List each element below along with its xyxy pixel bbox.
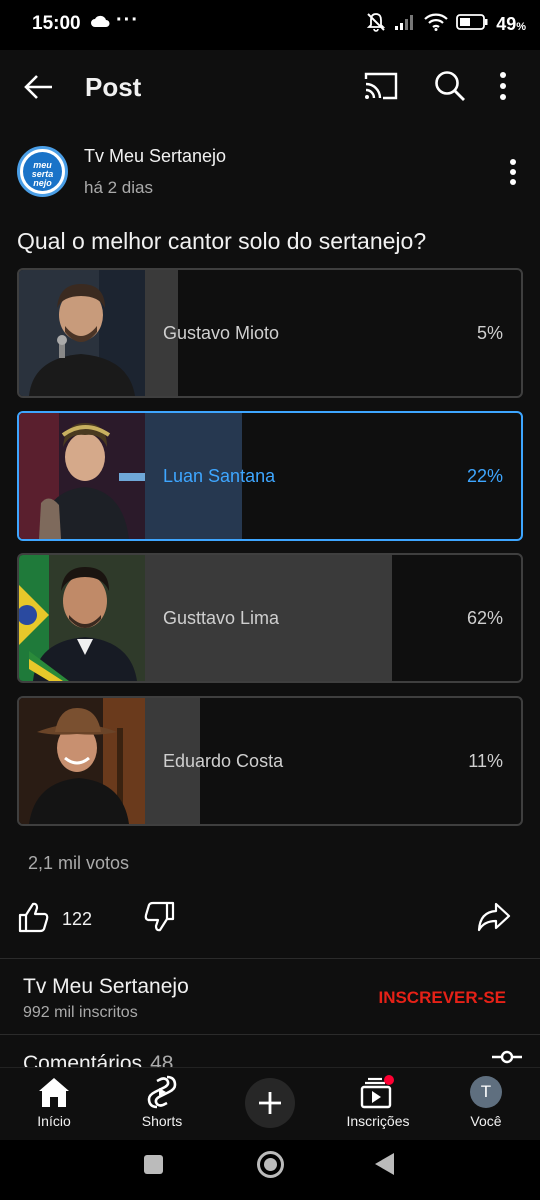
page-title: Post [85, 72, 142, 102]
divider [0, 1034, 540, 1035]
back-button[interactable] [22, 70, 56, 104]
subscriber-count: 992 mil inscritos [23, 1004, 138, 1021]
battery-unit: % [516, 21, 526, 33]
wifi-icon [424, 13, 448, 36]
plus-icon [259, 1092, 281, 1114]
poll-option-percent: 22% [466, 466, 503, 486]
nav-subscriptions-label: Inscrições [346, 1113, 410, 1129]
nav-shorts[interactable]: Shorts [117, 1074, 207, 1129]
share-icon [477, 902, 511, 932]
singer-photo [19, 270, 145, 396]
poll-question: Qual o melhor cantor solo do sertanejo? [17, 228, 427, 254]
system-navigation-bar [0, 1140, 540, 1200]
channel-avatar[interactable]: meu serta nejo [17, 146, 68, 197]
poll-option-gusttavo-lima[interactable]: Gusttavo Lima 62% [17, 553, 523, 683]
cloud-icon [90, 14, 110, 33]
shorts-icon [117, 1074, 207, 1110]
thumbs-down-icon [144, 901, 175, 932]
nav-you[interactable]: T Você [441, 1074, 531, 1129]
poll-option-percent: 5% [476, 323, 503, 343]
muted-bell-icon [366, 12, 386, 37]
more-vert-icon [500, 72, 506, 100]
more-notifications-icon: ··· [116, 9, 139, 31]
cast-button[interactable] [363, 70, 399, 107]
singer-photo [19, 555, 145, 681]
nav-home[interactable]: Início [9, 1074, 99, 1129]
nav-home-label: Início [37, 1113, 71, 1129]
poll-option-label: Luan Santana [163, 466, 276, 486]
poll-option-label: Eduardo Costa [163, 751, 284, 771]
like-count: 122 [62, 909, 93, 929]
system-back-button[interactable] [375, 1153, 394, 1175]
poll-option-label: Gusttavo Lima [163, 608, 280, 628]
app-bar: Post [0, 50, 540, 126]
singer-photo [19, 698, 145, 824]
user-avatar: T [470, 1076, 502, 1108]
poll-option-percent: 62% [466, 608, 503, 628]
like-button[interactable] [17, 900, 51, 939]
share-button[interactable] [476, 900, 512, 939]
vote-count: 2,1 mil votos [28, 853, 130, 873]
status-bar: 15:00 ··· 49% [0, 0, 540, 50]
poll-option-gustavo-mioto[interactable]: Gustavo Mioto 5% [17, 268, 523, 398]
battery-icon [456, 13, 488, 36]
subscribe-button[interactable]: INSCREVER-SE [378, 988, 506, 1008]
poll-option-eduardo-costa[interactable]: Eduardo Costa 11% [17, 696, 523, 826]
post-more-button[interactable] [508, 158, 518, 191]
channel-name[interactable]: Tv Meu Sertanejo [84, 146, 226, 167]
divider [0, 958, 540, 959]
singer-photo [19, 413, 145, 539]
search-icon [435, 71, 465, 101]
recents-button[interactable] [144, 1155, 163, 1174]
dislike-button[interactable] [142, 900, 176, 939]
subscriptions-icon [333, 1074, 423, 1110]
home-button[interactable] [257, 1151, 284, 1178]
channel-logo-text: meu serta nejo [23, 152, 62, 191]
nav-you-label: Você [470, 1113, 502, 1129]
channel-section-name[interactable]: Tv Meu Sertanejo [23, 975, 189, 999]
post-time: há 2 dias [84, 178, 153, 197]
more-options-button[interactable] [498, 70, 508, 107]
status-time: 15:00 [32, 13, 81, 34]
battery-value: 49 [496, 14, 517, 34]
nav-subscriptions[interactable]: Inscrições [333, 1074, 423, 1129]
home-icon [9, 1074, 99, 1110]
poll-option-label: Gustavo Mioto [163, 323, 280, 343]
arrow-back-icon [24, 75, 52, 99]
nav-shorts-label: Shorts [141, 1113, 183, 1129]
signal-icon [394, 13, 416, 36]
search-button[interactable] [433, 69, 467, 108]
create-button[interactable] [245, 1078, 295, 1128]
cast-icon [364, 72, 398, 100]
poll-option-luan-santana[interactable]: Luan Santana 22% [17, 411, 523, 541]
thumbs-up-icon [18, 902, 49, 933]
more-vert-icon [510, 159, 516, 185]
battery-percent: 49% [496, 14, 526, 35]
bottom-navigation: Início Shorts Inscrições T Você [0, 1067, 540, 1140]
poll-option-percent: 11% [468, 751, 503, 771]
